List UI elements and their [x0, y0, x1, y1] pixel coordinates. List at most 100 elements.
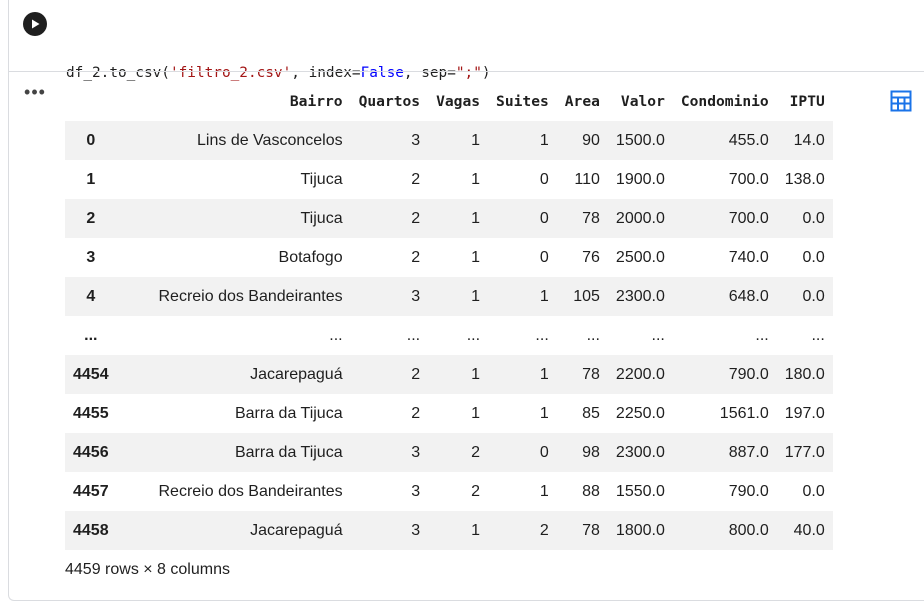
cell-vagas: 1	[471, 248, 481, 266]
cell-suites: 0	[488, 433, 557, 472]
more-horizontal-icon: •••	[24, 81, 46, 102]
cell-condominio: 700.0	[672, 199, 777, 238]
cell-iptu: 177.0	[776, 433, 833, 472]
cell-iptu: 0.0	[802, 482, 825, 500]
interactive-table-button[interactable]	[886, 86, 916, 116]
cell-valor: 1500.0	[607, 121, 673, 160]
cell-valor: 2250.0	[615, 404, 665, 422]
cell-valor: 1900.0	[615, 170, 665, 188]
cell-index: 1	[86, 170, 96, 188]
cell-area: 85	[582, 404, 600, 422]
code-token: df_2.to_csv(	[66, 65, 170, 81]
column-header-index	[65, 81, 117, 121]
cell-index: 4456	[65, 433, 117, 472]
cell-area: 88	[582, 482, 600, 500]
code-token: 'filtro_2.csv'	[169, 65, 292, 81]
cell-condominio: 800.0	[672, 511, 777, 550]
cell-valor: 2000.0	[607, 199, 673, 238]
cell-valor: 2300.0	[607, 433, 673, 472]
cell-index: 3	[86, 248, 96, 266]
cell-area: 98	[556, 433, 608, 472]
cell-condominio: 648.0	[672, 277, 777, 316]
cell-condominio: 790.0	[672, 355, 777, 394]
cell-suites: 0	[488, 199, 557, 238]
table-row: 0 Lins de Vasconcelos 3 1 1 90 1500.0 455.0 14.0	[65, 121, 833, 160]
cell-quartos: 3	[350, 277, 429, 316]
cell-iptu: ...	[811, 326, 825, 344]
cell-iptu: 14.0	[776, 121, 833, 160]
cell-valor: 2500.0	[615, 248, 665, 266]
column-header-suites: Suites	[496, 92, 549, 110]
cell-condominio: 700.0	[728, 170, 769, 188]
cell-bairro: Recreio dos Bandeirantes	[158, 482, 343, 500]
cell-quartos: 3	[350, 433, 429, 472]
cell-quartos: 3	[350, 121, 429, 160]
table-header-row: Bairro Quartos Vagas Suites Area Valor C…	[65, 81, 833, 121]
output-more-button[interactable]: •••	[24, 82, 46, 102]
cell-valor: 1550.0	[615, 482, 665, 500]
cell-area: 78	[556, 511, 608, 550]
cell-quartos: 3	[411, 482, 421, 500]
column-header-iptu: IPTU	[789, 92, 825, 110]
cell-area: 110	[574, 170, 600, 188]
code-token: ";"	[455, 65, 482, 81]
cell-condominio: 455.0	[672, 121, 777, 160]
cell-condominio: ...	[755, 326, 769, 344]
cell-bairro: Barra da Tijuca	[116, 433, 351, 472]
cell-bairro: Tijuca	[300, 170, 343, 188]
cell-quartos: 2	[411, 248, 421, 266]
cell-quartos: 3	[350, 511, 429, 550]
cell-area: 90	[556, 121, 608, 160]
cell-index: 4454	[65, 355, 117, 394]
column-header-quartos: Quartos	[358, 92, 421, 110]
code-token: , sep=	[403, 65, 456, 81]
cell-condominio: 740.0	[728, 248, 769, 266]
cell-quartos: ...	[406, 326, 421, 344]
cell-iptu: 0.0	[776, 199, 833, 238]
cell-condominio: 790.0	[728, 482, 769, 500]
cell-suites: 1	[488, 277, 557, 316]
cell-suites: 0	[539, 170, 549, 188]
cell-bairro: Botafogo	[278, 248, 343, 266]
table-row: 4454 Jacarepaguá 2 1 1 78 2200.0 790.0 180.0	[65, 355, 833, 394]
cell-iptu: 197.0	[784, 404, 825, 422]
table-row: 3 Botafogo 2 1 0 76 2500.0 740.0 0.0	[65, 238, 833, 277]
code-token: , index=	[291, 65, 361, 81]
cell-suites: 2	[488, 511, 557, 550]
cell-bairro: Barra da Tijuca	[234, 404, 343, 422]
column-header-vagas: Vagas	[436, 92, 481, 110]
cell-area: 78	[556, 199, 608, 238]
cell-quartos: 2	[411, 170, 421, 188]
cell-vagas: 1	[428, 511, 489, 550]
cell-vagas: 1	[428, 355, 489, 394]
cell-index: 4457	[73, 482, 109, 500]
cell-vagas: 1	[471, 404, 481, 422]
table-row: 4457 Recreio dos Bandeirantes 3 2 1 88 1550.0 7…	[65, 472, 833, 511]
cell-suites: 1	[539, 404, 549, 422]
cell-quartos: 2	[411, 404, 421, 422]
cell-vagas: 1	[428, 121, 489, 160]
cell-suites: ...	[535, 326, 549, 344]
play-icon	[32, 19, 40, 29]
output-divider	[8, 71, 924, 72]
cell-index: 4458	[65, 511, 117, 550]
cell-area: 78	[556, 355, 608, 394]
cell-vagas: 1	[428, 199, 489, 238]
column-header-bairro: Bairro	[289, 92, 343, 110]
run-cell-button[interactable]	[23, 12, 47, 36]
table-row: 4458 Jacarepaguá 3 1 2 78 1800.0 800.0 40.0	[65, 511, 833, 550]
table-row: 2 Tijuca 2 1 0 78 2000.0 700.0 0.0	[65, 199, 833, 238]
cell-area: 76	[582, 248, 600, 266]
cell-condominio: 887.0	[672, 433, 777, 472]
cell-valor: 2300.0	[607, 277, 673, 316]
cell-vagas: 2	[428, 433, 489, 472]
cell-iptu: 180.0	[776, 355, 833, 394]
code-token: False	[360, 65, 404, 81]
table-row: 4455 Barra da Tijuca 2 1 1 85 2250.0 1561.0 197.…	[65, 394, 833, 433]
cell-quartos: 2	[350, 199, 429, 238]
code-token: )	[481, 65, 491, 81]
column-header-condominio: Condominio	[680, 92, 769, 110]
cell-index: 0	[65, 121, 117, 160]
table-row: 4456 Barra da Tijuca 3 2 0 98 2300.0 887.0 177.0	[65, 433, 833, 472]
cell-quartos: 2	[350, 355, 429, 394]
